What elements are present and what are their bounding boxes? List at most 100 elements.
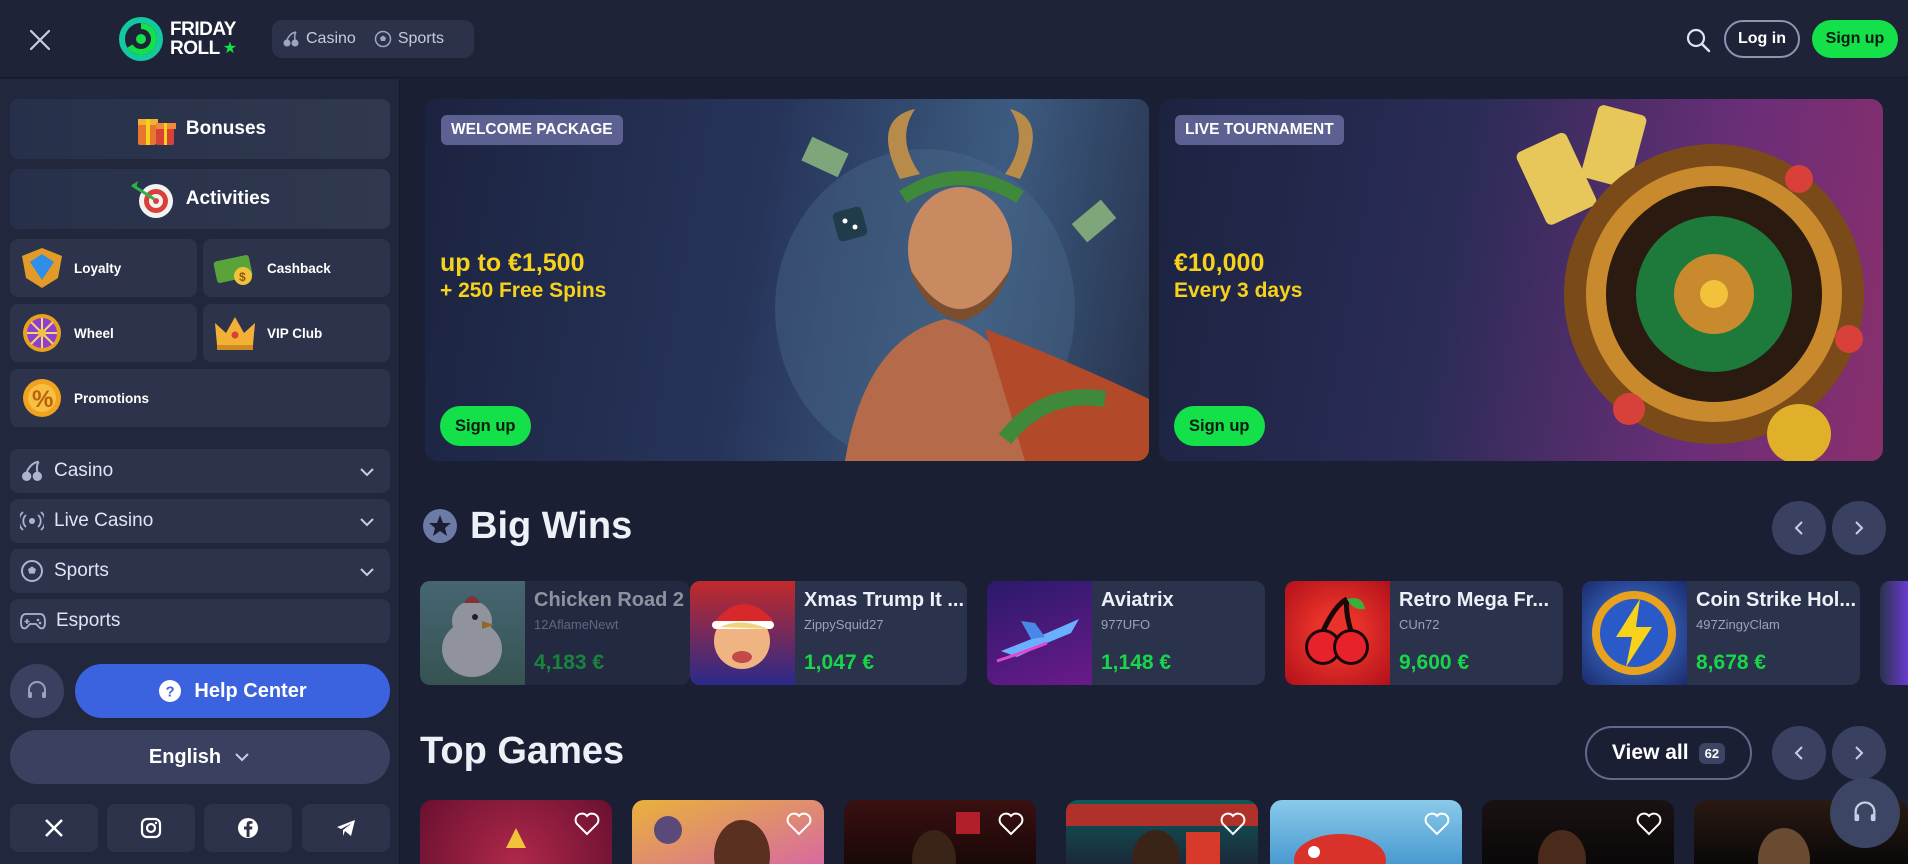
- top-games-prev-button[interactable]: [1772, 726, 1826, 780]
- cherry-icon: [283, 31, 299, 47]
- heart-icon[interactable]: [1220, 812, 1246, 836]
- social-instagram-button[interactable]: [107, 804, 195, 852]
- login-button[interactable]: Log in: [1724, 20, 1800, 58]
- search-icon[interactable]: [1682, 24, 1714, 56]
- social-telegram-button[interactable]: [302, 804, 390, 852]
- nav-casino[interactable]: Casino: [282, 30, 356, 48]
- floating-support-button[interactable]: [1830, 778, 1900, 848]
- cherry-icon: [22, 460, 42, 481]
- svg-text:?: ?: [166, 684, 175, 701]
- retro-mega-fruits-thumbnail: [1285, 581, 1390, 685]
- big-wins-prev-button[interactable]: [1772, 501, 1826, 555]
- sidebar-menu-esports-label: Esports: [56, 610, 121, 631]
- big-win-game: Aviatrix: [1101, 589, 1174, 611]
- live-broadcast-icon: [20, 511, 44, 531]
- heart-icon[interactable]: [786, 812, 812, 836]
- welcome-spins: + 250 Free Spins: [440, 279, 607, 302]
- logo[interactable]: FRIDAY ROLL ★: [118, 16, 254, 62]
- logo-text-bottom: ROLL: [170, 38, 220, 59]
- sidebar-loyalty-label: Loyalty: [74, 260, 122, 276]
- sidebar-bonuses-label: Bonuses: [185, 118, 267, 139]
- percent-badge-icon: %: [23, 379, 61, 417]
- view-all-label: View all: [1611, 741, 1689, 764]
- sidebar-bonuses[interactable]: Bonuses: [10, 99, 390, 159]
- sidebar-menu-sports[interactable]: Sports: [10, 549, 390, 593]
- view-all-button[interactable]: View all 62: [1585, 726, 1752, 780]
- big-wins-title: Big Wins: [470, 505, 633, 547]
- welcome-package-banner[interactable]: WELCOME PACKAGE up to €1,500 + 250 Free …: [425, 99, 1149, 461]
- sidebar-menu-live-casino[interactable]: Live Casino: [10, 499, 390, 543]
- big-win-card[interactable]: Retro Mega Fr... CUn72 9,600 €: [1285, 581, 1563, 685]
- tournament-frequency: Every 3 days: [1174, 279, 1303, 302]
- chevron-right-icon: [1855, 521, 1864, 535]
- big-win-card[interactable]: Chicken Road 2 12AflameNewt 4,183 €: [420, 581, 690, 685]
- heart-icon[interactable]: [1636, 812, 1662, 836]
- support-headset-button[interactable]: [10, 664, 64, 718]
- big-win-card[interactable]: Coin Strike Hol... 497ZingyClam 8,678 €: [1582, 581, 1860, 685]
- nav-casino-label: Casino: [306, 30, 356, 47]
- telegram-icon: [337, 820, 355, 836]
- tournament-signup-button[interactable]: Sign up: [1174, 406, 1265, 446]
- big-wins-next-button[interactable]: [1832, 501, 1886, 555]
- social-facebook-button[interactable]: [204, 804, 292, 852]
- view-all-count: 62: [1698, 742, 1726, 764]
- game-tile[interactable]: [420, 800, 612, 864]
- top-nav: Casino Sports: [272, 20, 474, 58]
- facebook-icon: [238, 818, 258, 838]
- fortune-wheel-icon: [23, 314, 61, 352]
- big-win-card[interactable]: Aviatrix 977UFO 1,148 €: [987, 581, 1265, 685]
- heart-icon[interactable]: [998, 812, 1024, 836]
- star-icon: ★: [222, 40, 237, 57]
- gamepad-icon: [20, 613, 46, 630]
- language-select[interactable]: English: [10, 730, 390, 784]
- chevron-left-icon: [1794, 521, 1803, 535]
- social-x-button[interactable]: [10, 804, 98, 852]
- big-win-user: 12AflameNewt: [534, 617, 619, 632]
- chevron-right-icon: [1855, 746, 1864, 760]
- signup-button[interactable]: Sign up: [1812, 20, 1898, 58]
- big-win-user: CUn72: [1399, 617, 1440, 632]
- big-win-game: Xmas Trump It ...: [804, 589, 964, 611]
- sidebar-vip-club[interactable]: VIP Club: [203, 304, 390, 362]
- sidebar-loyalty[interactable]: Loyalty: [10, 239, 197, 297]
- sidebar-activities-label: Activities: [185, 188, 271, 209]
- heart-icon[interactable]: [574, 812, 600, 836]
- chevron-down-icon: [235, 753, 249, 762]
- big-win-user: 497ZingyClam: [1696, 617, 1780, 632]
- live-tournament-banner[interactable]: LIVE TOURNAMENT €10,000 Every 3 days Sig…: [1159, 99, 1883, 461]
- top-games-next-button[interactable]: [1832, 726, 1886, 780]
- sidebar-cashback[interactable]: $ Cashback: [203, 239, 390, 297]
- big-win-amount: 4,183 €: [534, 651, 605, 674]
- game-tile[interactable]: [1066, 800, 1258, 864]
- crown-icon: [215, 317, 255, 350]
- x-logo-icon: [45, 819, 63, 837]
- sidebar-menu-casino[interactable]: Casino: [10, 449, 390, 493]
- close-icon[interactable]: [24, 24, 56, 56]
- sidebar-menu-esports[interactable]: Esports: [10, 599, 390, 643]
- sidebar-menu-live-casino-label: Live Casino: [54, 510, 154, 531]
- chevron-down-icon: [360, 468, 374, 477]
- big-win-card[interactable]: Xmas Trump It ... ZippySquid27 1,047 €: [690, 581, 967, 685]
- chevron-left-icon: [1794, 746, 1803, 760]
- sidebar-wheel[interactable]: Wheel: [10, 304, 197, 362]
- game-tile[interactable]: [1482, 800, 1674, 864]
- big-win-user: ZippySquid27: [804, 617, 884, 632]
- heart-icon[interactable]: [1424, 812, 1450, 836]
- coin-strike-thumbnail: [1582, 581, 1687, 685]
- nav-sports[interactable]: Sports: [374, 30, 444, 48]
- headset-icon: [28, 681, 46, 698]
- help-center-button[interactable]: ? Help Center: [75, 664, 390, 718]
- game-tile[interactable]: [1270, 800, 1462, 864]
- sidebar-promotions[interactable]: % Promotions: [10, 369, 390, 427]
- big-win-user: 977UFO: [1101, 617, 1151, 632]
- welcome-signup-button[interactable]: Sign up: [440, 406, 531, 446]
- logo-text-top: FRIDAY: [170, 19, 236, 40]
- game-tile[interactable]: [844, 800, 1036, 864]
- sidebar-activities[interactable]: Activities: [10, 169, 390, 229]
- welcome-amount: up to €1,500: [440, 249, 585, 277]
- sidebar-promotions-label: Promotions: [74, 390, 150, 406]
- big-win-game: Chicken Road 2: [534, 589, 685, 611]
- language-label: English: [148, 745, 222, 768]
- game-tile[interactable]: [632, 800, 824, 864]
- nav-sports-label: Sports: [397, 30, 445, 47]
